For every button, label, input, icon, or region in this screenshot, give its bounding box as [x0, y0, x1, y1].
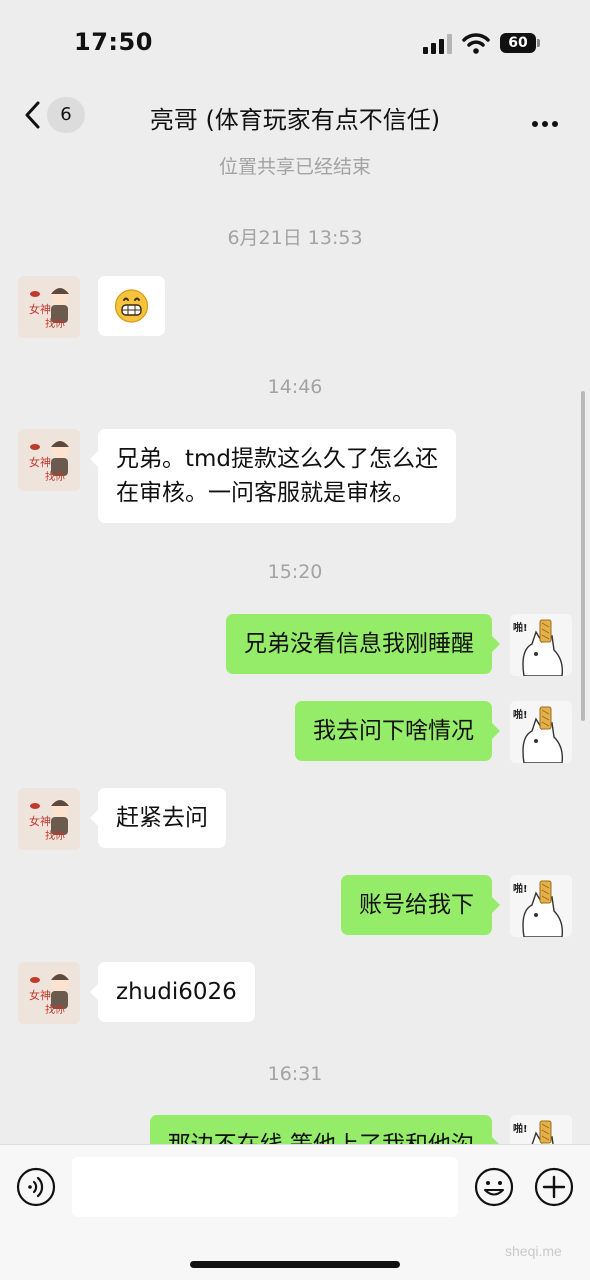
battery-level: 60	[500, 33, 536, 53]
svg-text:找你: 找你	[45, 317, 65, 330]
battery-icon: 60	[500, 33, 540, 53]
contact-avatar[interactable]: 女神 找你	[18, 276, 80, 338]
svg-text:啪!: 啪!	[513, 882, 528, 895]
scrollbar[interactable]	[581, 391, 585, 721]
my-avatar[interactable]: 啪!	[510, 701, 572, 763]
svg-text:啪!: 啪!	[513, 621, 528, 634]
more-options-icon[interactable]	[532, 112, 564, 127]
voice-input-icon[interactable]	[16, 1167, 56, 1207]
message-text: zhudi6026	[116, 979, 237, 1005]
cat-eating-noodles-avatar-image: 啪!	[510, 701, 572, 763]
sent-message-bubble[interactable]: 兄弟没看信息我刚睡醒	[226, 614, 500, 674]
chat-title: 亮哥 (体育玩家有点不信任)	[149, 106, 441, 134]
home-indicator[interactable]	[190, 1261, 400, 1268]
message-text: 账号给我下	[359, 892, 474, 918]
svg-text:找你: 找你	[45, 470, 65, 483]
my-avatar[interactable]: 啪!	[510, 614, 572, 676]
message-text: 那边不在线 等他上了我和他沟	[168, 1132, 474, 1144]
svg-text:女神: 女神	[29, 814, 51, 828]
received-message-bubble[interactable]: 赶紧去问	[90, 788, 226, 848]
contact-avatar-image: 女神 找你	[18, 962, 80, 1024]
message-text: 兄弟没看信息我刚睡醒	[244, 631, 474, 657]
wifi-icon	[462, 33, 490, 54]
svg-text:找你: 找你	[45, 829, 65, 842]
watermark: sheqi.me	[505, 1243, 562, 1259]
contact-avatar[interactable]: 女神 找你	[18, 788, 80, 850]
sent-message-bubble[interactable]: 账号给我下	[341, 875, 500, 935]
svg-text:女神: 女神	[29, 455, 51, 469]
location-sharing-ended-notice: 位置共享已经结束	[218, 156, 371, 178]
message-list[interactable]: 位置共享已经结束 6月21日 13:53 女神 找你 14:46 女神 找你 兄…	[0, 146, 590, 1144]
timestamp: 15:20	[267, 561, 323, 583]
timestamp: 16:31	[267, 1063, 323, 1085]
svg-text:女神: 女神	[29, 302, 51, 316]
battery-tip	[537, 39, 540, 47]
status-bar: 17:50 60	[0, 0, 590, 88]
my-avatar[interactable]: 啪!	[510, 1115, 572, 1144]
contact-avatar[interactable]: 女神 找你	[18, 429, 80, 491]
message-text-line: 兄弟。tmd提款这么久了怎么还	[116, 446, 439, 472]
message-text: 赶紧去问	[116, 805, 208, 831]
sent-message-bubble[interactable]: 那边不在线 等他上了我和他沟	[149, 1115, 501, 1144]
grinning-face-icon	[114, 289, 149, 323]
message-input-bar: sheqi.me	[0, 1144, 590, 1280]
svg-text:啪!: 啪!	[513, 708, 528, 721]
message-input[interactable]	[72, 1157, 458, 1217]
contact-avatar-image: 女神 找你	[18, 788, 80, 850]
my-avatar[interactable]: 啪!	[510, 875, 572, 937]
status-time: 17:50	[74, 28, 153, 56]
unread-count-badge[interactable]: 6	[47, 97, 85, 133]
timestamp: 14:46	[267, 376, 323, 398]
contact-avatar-image: 女神 找你	[18, 429, 80, 491]
emoji-message-bubble[interactable]	[98, 276, 165, 336]
contact-avatar-image: 女神 找你	[18, 276, 80, 338]
sent-message-bubble[interactable]: 我去问下啥情况	[295, 701, 500, 761]
add-attachment-icon[interactable]	[534, 1167, 574, 1207]
cellular-signal-icon	[423, 34, 452, 54]
message-text-line: 在审核。一问客服就是审核。	[116, 480, 415, 506]
emoji-picker-icon[interactable]	[474, 1167, 514, 1207]
timestamp: 6月21日 13:53	[227, 227, 363, 249]
message-text: 我去问下啥情况	[313, 718, 474, 744]
back-chevron-icon[interactable]	[22, 100, 42, 130]
svg-text:女神: 女神	[29, 988, 51, 1002]
cat-eating-noodles-avatar-image: 啪!	[510, 875, 572, 937]
received-message-bubble[interactable]: zhudi6026	[90, 962, 255, 1022]
chat-header: 6 亮哥 (体育玩家有点不信任)	[0, 88, 590, 146]
svg-text:啪!: 啪!	[513, 1122, 528, 1135]
cat-eating-noodles-avatar-image: 啪!	[510, 614, 572, 676]
contact-avatar[interactable]: 女神 找你	[18, 962, 80, 1024]
cat-eating-noodles-avatar-image: 啪!	[510, 1115, 572, 1144]
svg-text:找你: 找你	[45, 1003, 65, 1016]
received-message-bubble[interactable]: 兄弟。tmd提款这么久了怎么还 在审核。一问客服就是审核。	[89, 429, 457, 523]
